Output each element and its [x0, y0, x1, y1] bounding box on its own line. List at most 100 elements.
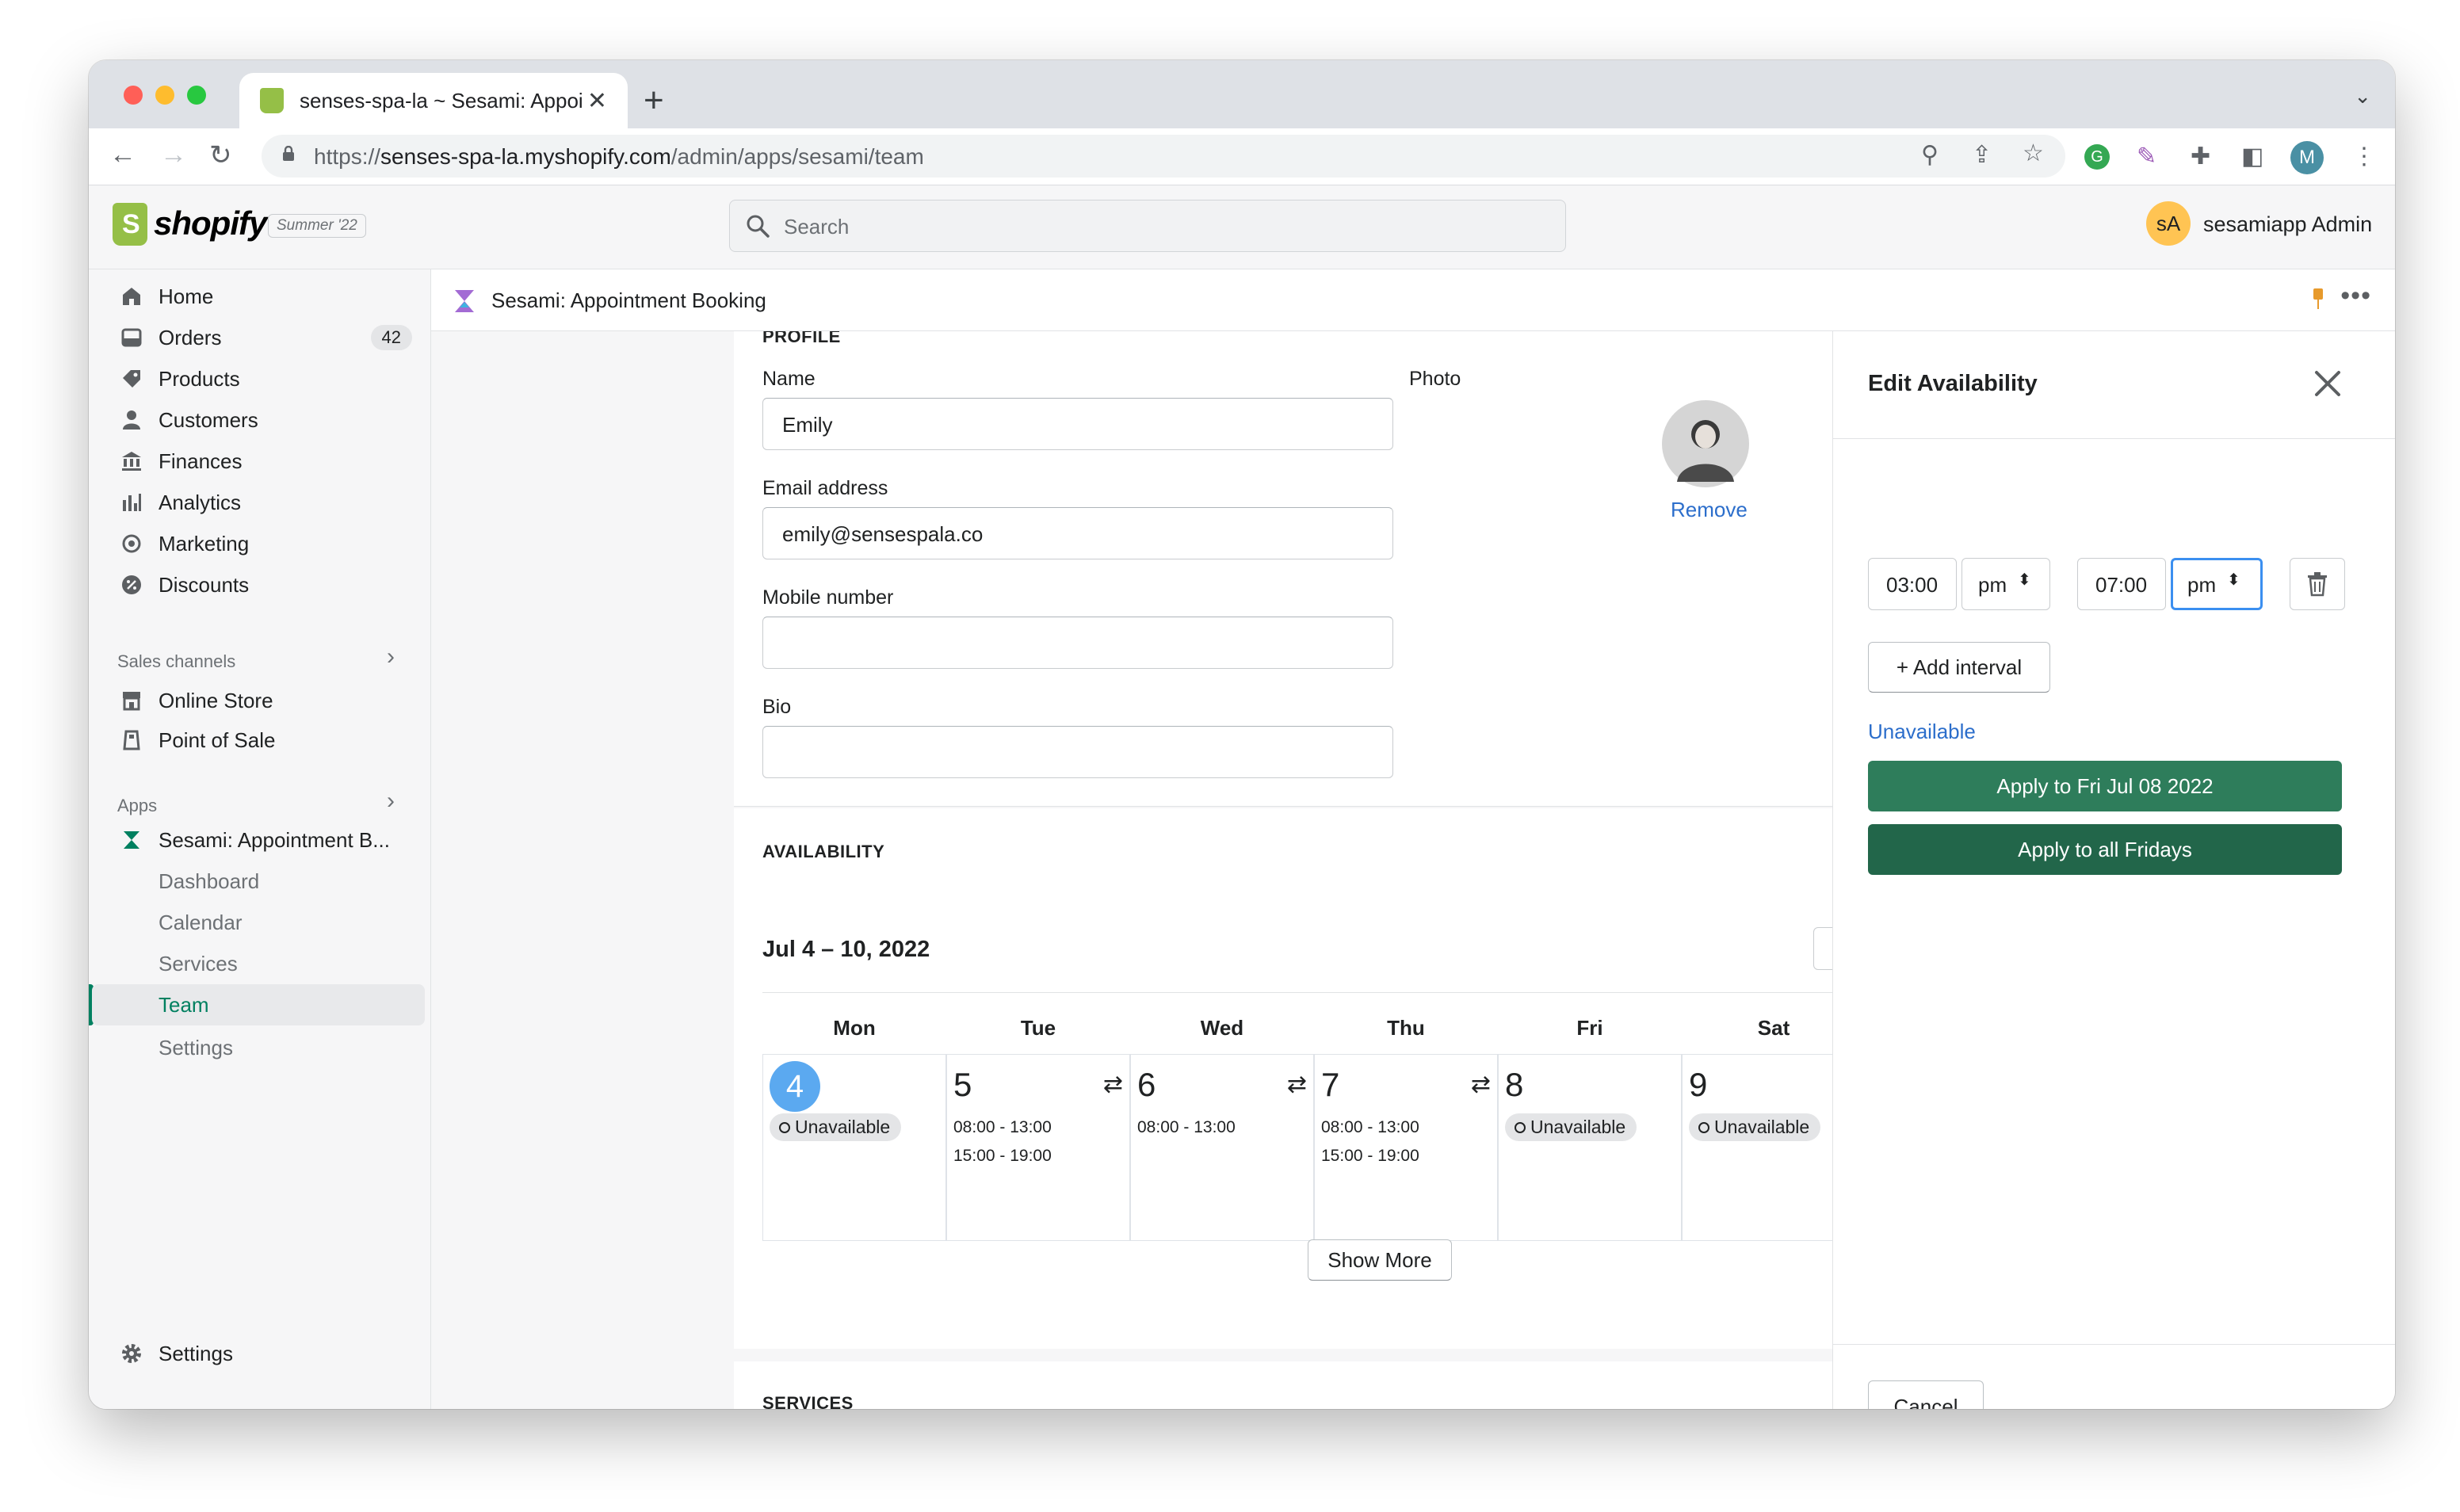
day-cell-wed[interactable]: 6 ⇄ 08:00 - 13:00: [1130, 1054, 1314, 1241]
sidebar-item-analytics[interactable]: Analytics: [92, 482, 425, 523]
profile-avatar[interactable]: M: [2290, 141, 2324, 174]
add-interval-button[interactable]: + Add interval: [1868, 642, 2050, 693]
tag-icon: [120, 368, 143, 390]
sidebar-item-dashboard[interactable]: Dashboard: [92, 861, 425, 902]
day-cell-tue[interactable]: 5 ⇄ 08:00 - 13:00 15:00 - 19:00: [946, 1054, 1130, 1241]
shopify-favicon-icon: [260, 88, 284, 113]
sidebar-item-label: Point of Sale: [159, 727, 276, 752]
tab-title: senses-spa-la ~ Sesami: Appoi: [300, 88, 583, 113]
minimize-window-button[interactable]: [155, 86, 174, 105]
profile-card: PROFILE Name Emily Email address emily@s…: [734, 331, 1875, 807]
browser-toolbar: ← → ↻ https://senses-spa-la.myshopify.co…: [89, 128, 2395, 185]
app-header: Sesami: Appointment Booking •••: [431, 269, 2395, 331]
unavailable-link[interactable]: Unavailable: [1868, 720, 1976, 744]
new-tab-icon[interactable]: +: [644, 81, 664, 120]
pos-icon: [120, 729, 143, 751]
edit-availability-panel: Edit Availability 03:00 pm ⬍ 07:00 pm ⬍ + …: [1832, 331, 2395, 1409]
day-cell-thu[interactable]: 7 ⇄ 08:00 - 13:00 15:00 - 19:00: [1314, 1054, 1498, 1241]
sidebar-item-settings[interactable]: Settings: [92, 1333, 425, 1374]
sidebar-item-sesami-app[interactable]: Sesami: Appointment B...: [92, 819, 425, 861]
remove-photo-link[interactable]: Remove: [1671, 498, 1748, 522]
back-arrow-icon[interactable]: ←: [109, 139, 136, 170]
sidebar-item-label: Calendar: [159, 910, 243, 934]
orders-icon: [120, 326, 143, 349]
address-bar[interactable]: https://senses-spa-la.myshopify.com/admi…: [262, 135, 2065, 178]
close-icon[interactable]: [2312, 368, 2343, 399]
sidebar-item-orders[interactable]: Orders 42: [92, 317, 425, 358]
apply-to-all-fridays-button[interactable]: Apply to all Fridays: [1868, 824, 2342, 875]
time-slot: 08:00 - 13:00: [1321, 1118, 1419, 1136]
show-more-button[interactable]: Show More: [1308, 1239, 1452, 1281]
target-icon: [120, 533, 143, 555]
account-name[interactable]: sesamiapp Admin: [2203, 212, 2372, 237]
end-period-select[interactable]: pm ⬍: [2171, 558, 2263, 610]
tab-search-chevron-icon[interactable]: ⌄: [2354, 84, 2371, 109]
day-header: Wed: [1200, 1016, 1244, 1040]
cancel-button[interactable]: Cancel: [1868, 1380, 1984, 1409]
start-time-input[interactable]: 03:00: [1868, 558, 1957, 610]
sidebar-item-online-store[interactable]: Online Store: [92, 680, 425, 721]
day-cell-fri[interactable]: 8 Unavailable: [1498, 1054, 1682, 1241]
extensions-puzzle-icon[interactable]: ✚: [2191, 143, 2210, 170]
sidebar-item-app-settings[interactable]: Settings: [92, 1027, 425, 1068]
sidebar-item-discounts[interactable]: Discounts: [92, 564, 425, 605]
bookmark-star-icon[interactable]: ☆: [2023, 139, 2044, 167]
email-field[interactable]: emily@sensespala.co: [762, 507, 1393, 559]
tab-close-icon[interactable]: ✕: [587, 87, 607, 115]
end-time-input[interactable]: 07:00: [2077, 558, 2166, 610]
pen-extension-icon[interactable]: ✎: [2137, 143, 2156, 170]
time-slot: 15:00 - 19:00: [953, 1147, 1052, 1165]
edition-badge[interactable]: Summer '22: [268, 214, 366, 238]
search-input[interactable]: Search: [729, 200, 1566, 252]
sidebar-item-services[interactable]: Services: [92, 943, 425, 984]
sidebar-item-customers[interactable]: Customers: [92, 399, 425, 441]
side-panel-icon[interactable]: ◧: [2241, 143, 2263, 170]
day-number-today: 4: [770, 1061, 820, 1112]
sidebar-item-team[interactable]: Team: [92, 984, 425, 1025]
maximize-window-button[interactable]: [187, 86, 206, 105]
browser-tab[interactable]: senses-spa-la ~ Sesami: Appoi ✕: [239, 73, 628, 128]
grammarly-extension-icon[interactable]: G: [2084, 144, 2110, 170]
zoom-icon[interactable]: ⚲: [1921, 141, 1939, 169]
mobile-label: Mobile number: [762, 586, 894, 609]
forward-arrow-icon[interactable]: →: [160, 139, 187, 170]
apply-to-date-button[interactable]: Apply to Fri Jul 08 2022: [1868, 761, 2342, 811]
pin-icon[interactable]: [2311, 287, 2325, 311]
shopify-wordmark[interactable]: shopify: [154, 204, 267, 242]
orders-count-badge: 42: [370, 325, 412, 350]
start-period-select[interactable]: pm ⬍: [1962, 558, 2050, 610]
bio-field[interactable]: [762, 726, 1393, 778]
sidebar-item-products[interactable]: Products: [92, 358, 425, 399]
shopify-logo-icon[interactable]: S: [113, 203, 147, 246]
share-icon[interactable]: ⇪: [1972, 141, 1992, 169]
sidebar-item-home[interactable]: Home: [92, 276, 425, 317]
close-window-button[interactable]: [124, 86, 143, 105]
day-header: Mon: [833, 1016, 876, 1040]
more-actions-icon[interactable]: •••: [2340, 281, 2371, 311]
trash-icon: [2308, 572, 2327, 597]
mobile-field[interactable]: [762, 617, 1393, 669]
sidebar-item-label: Online Store: [159, 688, 273, 712]
day-header: Thu: [1387, 1016, 1425, 1040]
app-title: Sesami: Appointment Booking: [491, 288, 766, 312]
sidebar-item-label: Dashboard: [159, 869, 260, 893]
sesami-app-icon: [455, 290, 474, 312]
day-number: 6: [1137, 1066, 1156, 1103]
account-avatar[interactable]: sA: [2146, 201, 2191, 246]
reload-icon[interactable]: ↻: [209, 139, 232, 171]
sidebar-item-label: Analytics: [159, 490, 242, 514]
chrome-menu-icon[interactable]: ⋮: [2352, 143, 2376, 170]
sidebar-item-marketing[interactable]: Marketing: [92, 523, 425, 564]
availability-section-title: AVAILABILITY: [762, 842, 885, 861]
unavailable-badge: Unavailable: [770, 1113, 902, 1141]
sidebar-item-finances[interactable]: Finances: [92, 441, 425, 482]
day-cell-mon[interactable]: 4 Unavailable: [762, 1054, 946, 1241]
delete-interval-button[interactable]: [2290, 558, 2345, 610]
chevron-right-icon[interactable]: ›: [387, 788, 395, 815]
name-field[interactable]: Emily: [762, 398, 1393, 450]
day-number: 9: [1689, 1066, 1708, 1103]
chevron-right-icon[interactable]: ›: [387, 643, 395, 670]
sidebar-item-calendar[interactable]: Calendar: [92, 902, 425, 943]
sidebar-item-point-of-sale[interactable]: Point of Sale: [92, 720, 425, 761]
time-slot: 08:00 - 13:00: [1137, 1118, 1236, 1136]
